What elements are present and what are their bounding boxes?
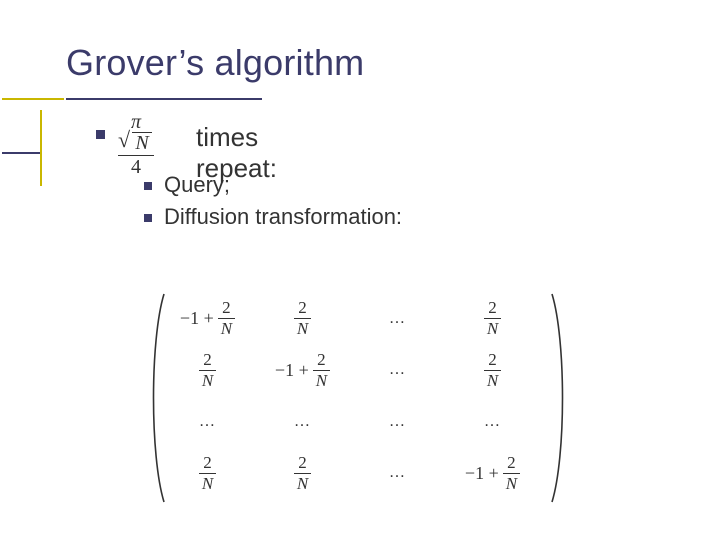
two-over-n: 2 N (294, 454, 311, 493)
matrix-cell: −1 + 2 N (263, 351, 343, 390)
matrix-cell: 2 N (263, 454, 343, 493)
sqrt-expression: N (120, 132, 152, 153)
square-bullet-icon (96, 130, 105, 139)
matrix-ellipsis: … (453, 413, 533, 431)
sub-bullet-2-text: Diffusion transformation: (164, 204, 402, 230)
slide: Grover’s algorithm π N 4 times repeat: (0, 0, 720, 540)
repeat-count-expression: π N 4 (118, 112, 154, 178)
matrix-grid: −1 + 2 N 2 N … 2 (160, 296, 540, 496)
sub-bullet-1-text: Query; (164, 172, 230, 198)
two-over-n: 2 N (199, 351, 216, 390)
two-over-n: 2 N (313, 351, 330, 390)
matrix-ellipsis: … (358, 361, 438, 379)
sqrt-radicand: N (132, 132, 152, 153)
matrix-cell: 2 N (263, 299, 343, 338)
matrix-cell: 2 N (168, 454, 248, 493)
fraction-numerator: π N (118, 112, 154, 153)
matrix-cell: 2 N (168, 351, 248, 390)
diag-prefix: −1 + (465, 463, 499, 484)
two-over-n: 2 N (294, 299, 311, 338)
two-over-n: 2 N (199, 454, 216, 493)
two-over-n: 2 N (503, 454, 520, 493)
square-bullet-icon (144, 182, 152, 190)
matrix-cell: −1 + 2 N (453, 454, 533, 493)
slide-title: Grover’s algorithm (66, 42, 364, 84)
diag-prefix: −1 + (180, 308, 214, 329)
diffusion-matrix: −1 + 2 N 2 N … 2 (160, 296, 560, 502)
matrix-ellipsis: … (358, 464, 438, 482)
accent-horizontal-line (2, 152, 40, 154)
fraction-denominator: 4 (118, 156, 154, 178)
accent-navy-segment (66, 98, 262, 100)
title-underline (66, 98, 706, 100)
pi-symbol: π (131, 111, 141, 133)
accent-vertical-line (40, 110, 42, 186)
square-bullet-icon (144, 214, 152, 222)
matrix-ellipsis: … (263, 413, 343, 431)
right-paren-icon (544, 290, 574, 506)
two-over-n: 2 N (484, 299, 501, 338)
two-over-n: 2 N (218, 299, 235, 338)
diag-prefix: −1 + (275, 360, 309, 381)
two-over-n: 2 N (484, 351, 501, 390)
matrix-cell: −1 + 2 N (168, 299, 248, 338)
accent-yellow-segment (2, 98, 64, 100)
matrix-cell: 2 N (453, 299, 533, 338)
title-block: Grover’s algorithm (66, 42, 364, 84)
matrix-ellipsis: … (358, 310, 438, 328)
matrix-ellipsis: … (358, 413, 438, 431)
matrix-cell: 2 N (453, 351, 533, 390)
matrix-ellipsis: … (168, 413, 248, 431)
